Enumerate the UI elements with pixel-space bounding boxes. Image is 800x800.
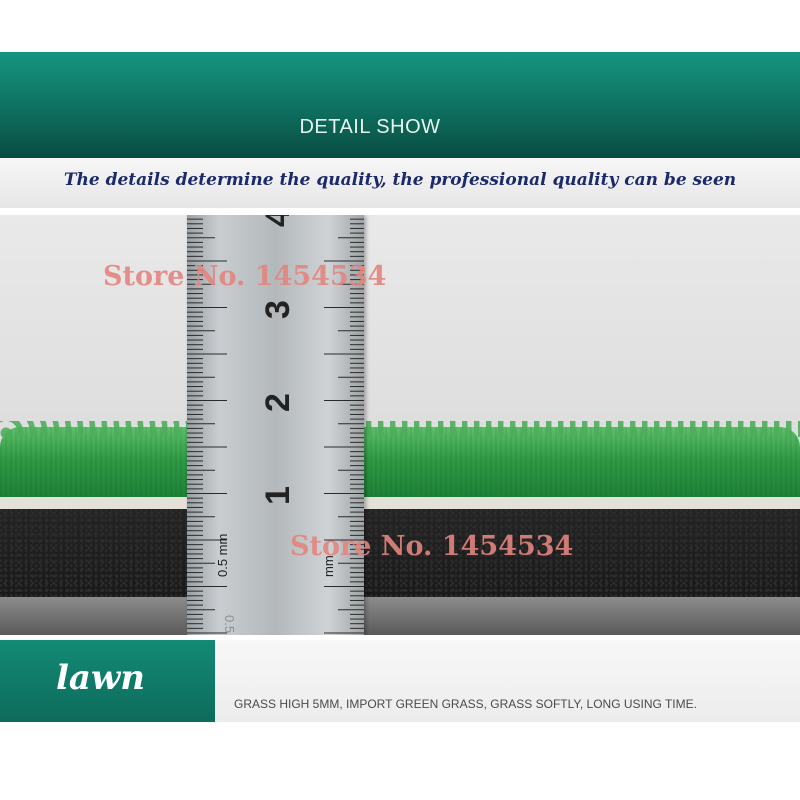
lawn-label: lawn bbox=[56, 658, 145, 698]
label-band: lawn bbox=[0, 640, 215, 722]
grass-tips bbox=[0, 421, 800, 437]
header-band: DETAIL SHOW bbox=[0, 52, 800, 158]
ruler-number-1: 1 bbox=[259, 486, 297, 505]
watermark-top: Store No. 1454534 bbox=[103, 261, 387, 292]
reflection bbox=[0, 597, 800, 635]
ruler-number-2: 2 bbox=[259, 393, 297, 412]
artificial-grass bbox=[0, 427, 800, 507]
header-subtitle: The details determine the quality, the p… bbox=[63, 170, 737, 190]
header-title: DETAIL SHOW bbox=[299, 116, 441, 138]
backing-layer bbox=[0, 497, 800, 509]
description-text: GRASS HIGH 5MM, IMPORT GREEN GRASS, GRAS… bbox=[234, 697, 697, 711]
ruler-reflection-text: 0.5 mm bbox=[222, 615, 237, 635]
ruler-number-4: 4 bbox=[259, 215, 297, 227]
ruler-unit-left: 0.5 mm bbox=[215, 534, 230, 577]
product-photo: 1 2 3 4 0.5 mm mm 0.5 mm Store No. 14545… bbox=[0, 215, 800, 635]
ruler-number-3: 3 bbox=[259, 300, 297, 319]
subtitle-band: The details determine the quality, the p… bbox=[0, 158, 800, 208]
description-band: GRASS HIGH 5MM, IMPORT GREEN GRASS, GRAS… bbox=[215, 640, 800, 722]
watermark-bottom: Store No. 1454534 bbox=[290, 531, 574, 562]
